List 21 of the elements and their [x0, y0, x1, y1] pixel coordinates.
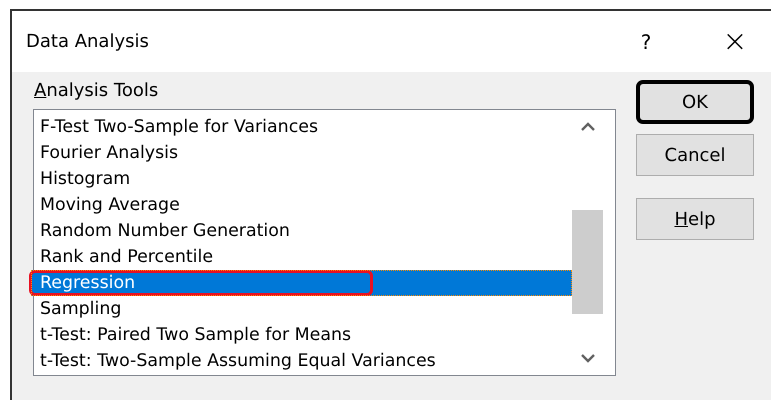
list-item[interactable]: Random Number Generation — [34, 218, 572, 244]
help-button[interactable]: ? — [634, 30, 658, 54]
scroll-down-icon[interactable] — [580, 354, 594, 363]
dialog-button[interactable]: Help — [636, 198, 754, 240]
highlight-outline: Regression — [29, 270, 373, 296]
list-item[interactable]: F-Test Two-Sample for Variances — [34, 114, 572, 140]
dialog-button[interactable]: Cancel — [636, 134, 754, 176]
window-title: Data Analysis — [26, 31, 150, 52]
list-item[interactable]: t-Test: Paired Two Sample for Means — [34, 322, 572, 348]
list-item[interactable]: Regression — [31, 270, 572, 296]
scroll-up-icon[interactable] — [580, 122, 594, 131]
list-label: Analysis Tools — [34, 80, 160, 101]
list-item[interactable]: Sampling — [34, 296, 572, 322]
scroll-thumb[interactable] — [572, 210, 603, 314]
list-item[interactable]: t-Test: Two-Sample Assuming Equal Variances — [34, 348, 572, 374]
dialog-button[interactable]: OK — [636, 80, 754, 124]
close-button[interactable]: × — [720, 26, 750, 56]
list-item[interactable]: Rank and Percentile — [34, 244, 572, 270]
list-item[interactable]: Fourier Analysis — [34, 140, 572, 166]
list-item[interactable]: Moving Average — [34, 192, 572, 218]
list-item[interactable]: Histogram — [34, 166, 572, 192]
